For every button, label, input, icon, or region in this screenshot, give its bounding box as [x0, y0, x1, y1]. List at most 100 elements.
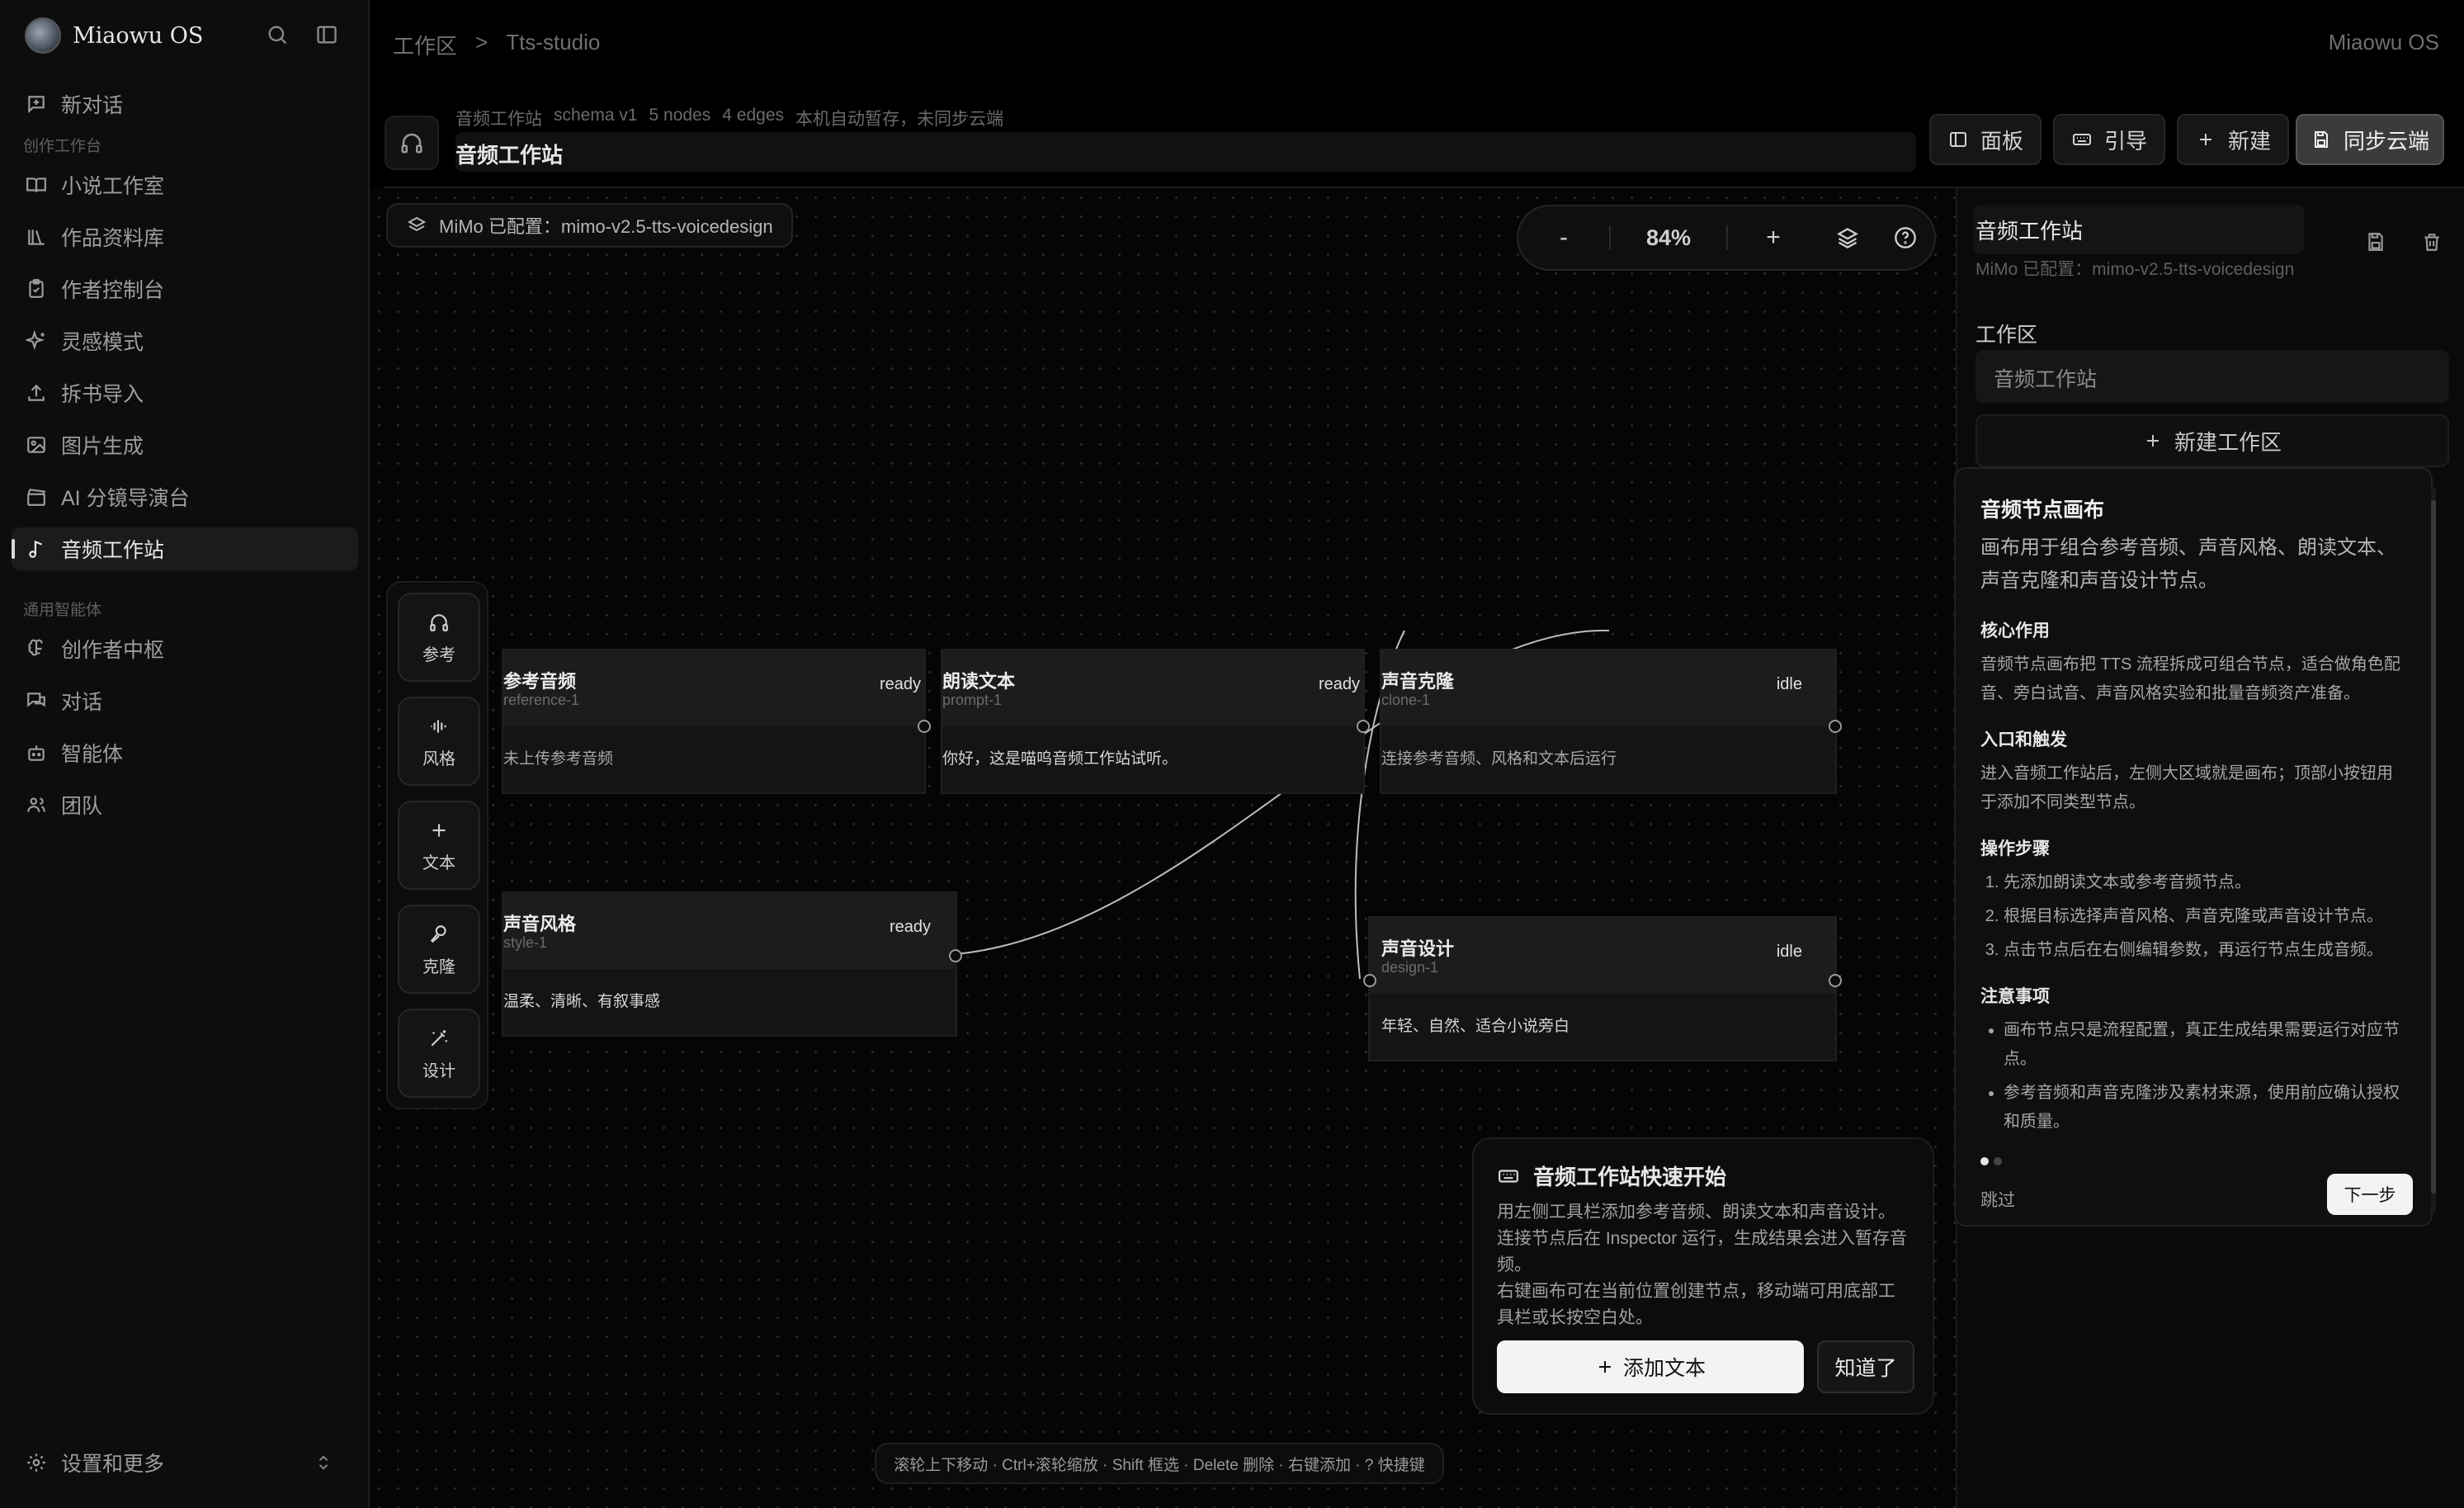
output-port[interactable] [1829, 720, 1842, 733]
node-canvas[interactable]: MiMo 已配置：mimo-v2.5-tts-voicedesign - 84%… [370, 188, 1956, 1508]
sidebar-item-creator-hub[interactable]: 创作者中枢 [12, 627, 358, 670]
studio-title[interactable]: 音频工作站 [456, 132, 1916, 172]
new-workspace-button[interactable]: 新建工作区 [1975, 414, 2449, 467]
node-reference-audio[interactable]: 参考音频 reference-1 ready 未上传参考音频 [502, 649, 931, 794]
node-body: 年轻、自然、适合小说旁白 [1381, 1018, 1570, 1035]
got-it-button[interactable]: 知道了 [1817, 1340, 1914, 1393]
quickstart-line: 右键画布可在当前位置创建节点，移动端可用底部工具栏或长按空白处。 [1497, 1282, 1895, 1327]
new-label: 新建 [2227, 128, 2271, 154]
sidebar-item-console[interactable]: 作者控制台 [12, 267, 358, 310]
meta-edges: 4 edges [722, 106, 785, 125]
node-voice-design[interactable]: 声音设计 design-1 idle 年轻、自然、适合小说旁白 [1363, 916, 1842, 1061]
node-header: 参考音频 reference-1 ready [503, 650, 924, 726]
guide-lead: 画布用于组合参考音频、声音风格、朗读文本、声音克隆和声音设计节点。 [1980, 537, 2396, 592]
sidebar-item-library[interactable]: 作品资料库 [12, 215, 358, 258]
panel-button[interactable]: 面板 [1929, 114, 2042, 165]
guide-notes-title: 注意事项 [1980, 987, 2050, 1006]
plus-icon [2195, 129, 2216, 150]
save-icon[interactable] [2362, 228, 2390, 256]
sidebar-item-import[interactable]: 拆书导入 [12, 371, 358, 414]
node-id: reference-1 [503, 692, 580, 708]
inspector-panel: 音频工作站 MiMo 已配置：mimo-v2.5-tts-voicedesign… [1954, 188, 2464, 1508]
guide-core-title: 核心作用 [1980, 622, 2050, 641]
brand-name: Miaowu OS [73, 22, 204, 49]
output-port[interactable] [918, 720, 931, 733]
workspace-select[interactable]: 音频工作站 [1975, 350, 2449, 403]
add-text-tool[interactable]: 文本 [398, 801, 480, 890]
trash-icon[interactable] [2418, 228, 2446, 256]
sidebar-item-agents[interactable]: 智能体 [12, 731, 358, 774]
headphones-icon [427, 610, 451, 635]
input-port[interactable] [1363, 974, 1376, 987]
skip-button[interactable]: 跳过 [1980, 1187, 2015, 1212]
node-voice-clone[interactable]: 声音克隆 clone-1 idle 连接参考音频、风格和文本后运行 [1380, 649, 1842, 794]
brain-icon [23, 636, 50, 662]
guide-notes-list: 画布节点只是流程配置，真正生成结果需要运行对应节点。 参考音频和声音克隆涉及素材… [1980, 1016, 2406, 1137]
shortcut-hint-bar: 滚轮上下移动 · Ctrl+滚轮缩放 · Shift 框选 · Delete 删… [875, 1443, 1444, 1484]
add-text-button[interactable]: 添加文本 [1497, 1340, 1804, 1393]
output-port[interactable] [949, 949, 962, 962]
save-icon [2311, 129, 2332, 150]
sidebar-item-image-gen[interactable]: 图片生成 [12, 423, 358, 466]
page-dot-active[interactable] [1980, 1157, 1989, 1165]
sidebar-item-label: 对话 [61, 691, 103, 714]
collapse-sidebar-icon[interactable] [312, 20, 342, 50]
quickstart-line: 用左侧工具栏添加参考音频、朗读文本和声音设计。 [1497, 1203, 1895, 1222]
next-step-button[interactable]: 下一步 [2327, 1174, 2413, 1215]
node-voice-style[interactable]: 声音风格 style-1 ready 温柔、清晰、有叙事感 [502, 891, 962, 1037]
sidebar-item-team[interactable]: 团队 [12, 783, 358, 826]
upload-icon [23, 380, 50, 406]
output-port[interactable] [1829, 974, 1842, 987]
new-button[interactable]: 新建 [2177, 114, 2289, 165]
sidebar-item-label: 智能体 [61, 743, 124, 766]
new-chat-button[interactable]: 新对话 [12, 83, 358, 125]
scrollbar-thumb[interactable] [2431, 500, 2436, 1194]
sidebar-item-inspiration[interactable]: 灵感模式 [12, 319, 358, 362]
add-design-tool[interactable]: 设计 [398, 1009, 480, 1098]
add-reference-tool[interactable]: 参考 [398, 593, 480, 682]
guide-note: 画布节点只是流程配置，真正生成结果需要运行对应节点。 [2004, 1016, 2406, 1074]
breadcrumb-separator: > [475, 30, 489, 54]
brand[interactable]: Miaowu OS [25, 15, 203, 56]
guide-scrollbar[interactable] [2431, 487, 2436, 1213]
studio-meta: 音频工作站 schema v1 5 nodes 4 edges 本机自动暂存，未… [456, 106, 1003, 130]
new-chat-icon [23, 91, 50, 117]
node-title: 声音克隆 [1381, 671, 1455, 692]
guide-note: 参考音频和声音克隆涉及素材来源，使用前应确认授权和质量。 [2004, 1079, 2406, 1137]
clapperboard-icon [23, 484, 50, 510]
node-prompt-text[interactable]: 朗读文本 prompt-1 ready 你好，这是喵呜音频工作站试听。 [941, 649, 1370, 794]
users-icon [23, 792, 50, 818]
node-status: ready [1318, 675, 1360, 693]
tool-label: 参考 [422, 645, 456, 664]
node-id: style-1 [503, 934, 548, 951]
sidebar-item-label: AI 分镜导演台 [61, 487, 190, 510]
inspector-title: 音频工作站 [1975, 219, 2084, 243]
guide-button[interactable]: 引导 [2053, 114, 2165, 165]
node-body: 你好，这是喵呜音频工作站试听。 [942, 750, 1178, 768]
section-label-create: 创作工作台 [23, 138, 102, 155]
new-chat-label: 新对话 [61, 94, 124, 117]
settings-button[interactable]: 设置和更多 [12, 1441, 358, 1484]
guide-step: 先添加朗读文本或参考音频节点。 [2004, 868, 2406, 897]
output-port[interactable] [1357, 720, 1370, 733]
sidebar-item-chat[interactable]: 对话 [12, 679, 358, 722]
sidebar-item-audio-studio[interactable]: 音频工作站 [12, 527, 358, 570]
guide-step: 根据目标选择声音风格、声音克隆或声音设计节点。 [2004, 902, 2406, 931]
breadcrumb-workspace[interactable]: 工作区 [393, 30, 457, 60]
tool-label: 设计 [422, 1061, 456, 1080]
breadcrumb: 工作区 > Tts-studio [393, 30, 600, 60]
plus-icon [2143, 431, 2163, 451]
sidebar-item-storyboard[interactable]: AI 分镜导演台 [12, 475, 358, 518]
search-icon[interactable] [262, 20, 292, 50]
add-style-tool[interactable]: 风格 [398, 697, 480, 786]
settings-label: 设置和更多 [61, 1453, 165, 1476]
sync-cloud-button[interactable]: 同步云端 [2296, 114, 2444, 165]
plus-icon [1595, 1357, 1615, 1377]
node-id: prompt-1 [942, 692, 1003, 708]
sidebar-item-novel-studio[interactable]: 小说工作室 [12, 163, 358, 206]
node-title: 朗读文本 [942, 671, 1016, 692]
sidebar-item-label: 团队 [61, 795, 103, 818]
add-clone-tool[interactable]: 克隆 [398, 905, 480, 994]
guide-title: 音频节点画布 [1980, 499, 2105, 522]
page-dot[interactable] [1994, 1157, 2002, 1165]
